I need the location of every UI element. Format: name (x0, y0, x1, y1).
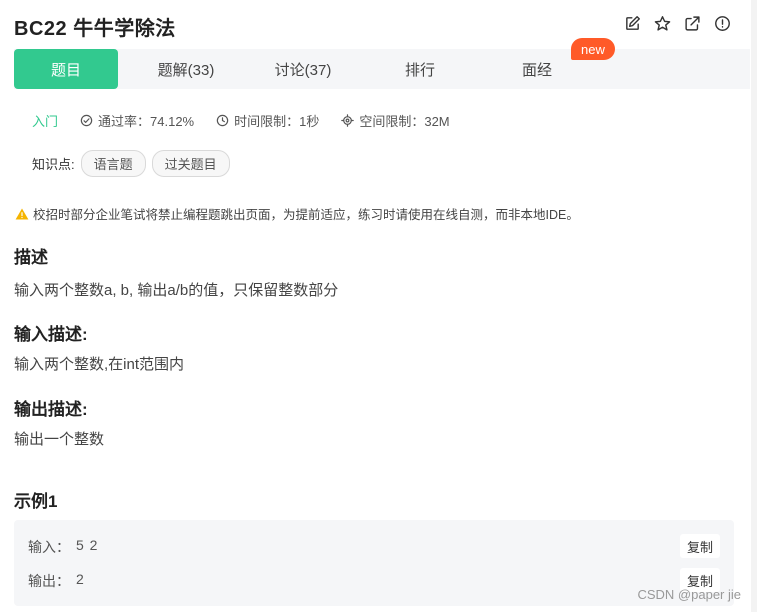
tab-discussion[interactable]: 讨论(37) (245, 49, 361, 89)
tab-ranking[interactable]: 排行 (362, 49, 478, 89)
problem-tabs: 题目 题解(33) 讨论(37) 排行 面经 (14, 49, 750, 89)
ide-warning: 校招时部分企业笔试将禁止编程题跳出页面，为提前适应，练习时请使用在线自测，而非本… (15, 204, 579, 223)
tab-solutions[interactable]: 题解(33) (128, 49, 244, 89)
tag-level[interactable]: 过关题目 (151, 150, 230, 177)
share-icon[interactable] (683, 14, 701, 32)
example-input-label: 输入： (28, 539, 70, 555)
output-desc-text: 输出一个整数 (14, 431, 105, 448)
example-output-value: 2 (76, 571, 85, 587)
example-output-label: 输出： (28, 573, 70, 589)
example-box: 输入： 5 2 复制 输出： 2 复制 (14, 520, 734, 606)
pass-rate: 通过率：74.12% (80, 111, 194, 130)
tab-problem[interactable]: 题目 (14, 49, 118, 89)
check-circle-icon (80, 114, 93, 127)
input-desc-title: 输入描述: (14, 325, 88, 344)
problem-meta: 入门 通过率：74.12% 时间限制：1秒 空间限制：32M (32, 111, 472, 130)
knowledge-label: 知识点: (32, 157, 75, 172)
example-input-row: 输入： 5 2 (28, 537, 98, 557)
new-badge: new (571, 38, 615, 60)
report-icon[interactable] (713, 14, 731, 32)
space-limit: 空间限制：32M (341, 111, 450, 130)
warning-icon (15, 207, 29, 220)
difficulty-level: 入门 (32, 114, 59, 129)
example-title: 示例1 (14, 492, 58, 511)
edit-icon[interactable] (623, 14, 641, 32)
target-icon (341, 114, 355, 127)
watermark: CSDN @paper jie (637, 587, 741, 602)
input-desc-text: 输入两个整数,在int范围内 (14, 356, 185, 373)
example-input-value: 5 2 (76, 537, 99, 553)
knowledge-points: 知识点: 语言题 过关题目 (32, 150, 230, 177)
output-desc-title: 输出描述: (14, 400, 88, 419)
page-title: BC22 牛牛学除法 (14, 18, 176, 40)
copy-input-button[interactable]: 复制 (679, 534, 720, 558)
header-actions (623, 14, 731, 32)
problem-header: BC22 牛牛学除法 (0, 0, 757, 48)
description-text: 输入两个整数a, b, 输出a/b的值，只保留整数部分 (14, 282, 339, 299)
scrollbar-track[interactable] (751, 0, 757, 612)
clock-icon (216, 114, 229, 127)
description-title: 描述 (14, 248, 48, 267)
tag-language[interactable]: 语言题 (80, 150, 146, 177)
example-output-row: 输出： 2 (28, 571, 85, 591)
star-icon[interactable] (653, 14, 671, 32)
time-limit: 时间限制：1秒 (216, 111, 319, 130)
